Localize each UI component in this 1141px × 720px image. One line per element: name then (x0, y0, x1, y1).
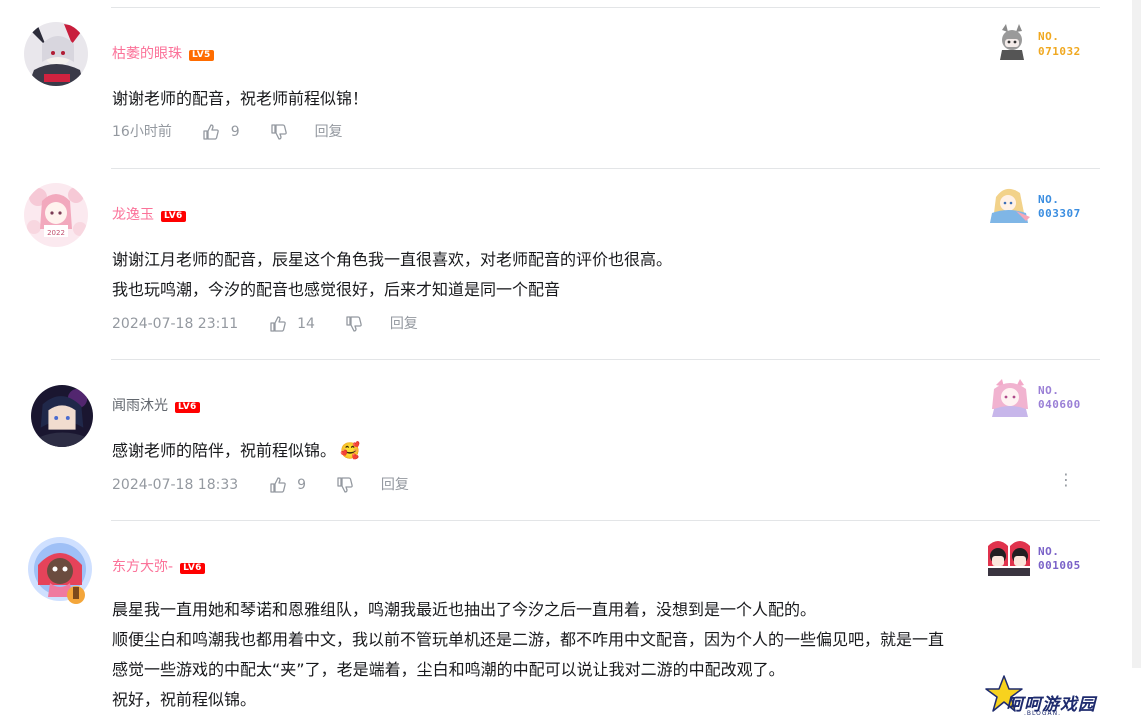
watermark-subtext: .BLOGAN. (1024, 710, 1062, 717)
fan-no-label: NO. (1038, 30, 1060, 43)
fan-no-number: 040600 (1038, 398, 1081, 411)
comment-line: 我也玩鸣潮，今汐的配音也感觉很好，后来才知道是同一个配音 (112, 280, 561, 299)
comment-line: 祝好，祝前程似锦。 (112, 690, 257, 709)
comment-content: 晨星我一直用她和琴诺和恩雅组队，鸣潮我最近也抽出了今汐之后一直用着，没想到是一个… (112, 595, 944, 715)
thumbs-down-icon[interactable] (345, 315, 363, 333)
fan-badge[interactable]: NO. 040600 (986, 375, 1106, 419)
fan-badge-character-icon (988, 541, 1030, 576)
level-badge: LV6 (180, 563, 205, 574)
comment-time: 2024-07-18 23:11 (112, 316, 239, 332)
divider (111, 168, 1100, 169)
reply-button[interactable]: 回复 (315, 122, 343, 142)
fan-no-number: 071032 (1038, 45, 1081, 58)
fan-badge-character-icon (990, 188, 1030, 223)
username[interactable]: 闻雨沐光 LV6 (112, 397, 200, 415)
comment-line: 感谢老师的陪伴，祝前程似锦。 🥰 (112, 441, 360, 460)
fan-no-label: NO. (1038, 384, 1060, 397)
level-badge: LV6 (161, 211, 186, 222)
fan-no-label: NO. (1038, 193, 1060, 206)
comment-line: 顺便尘白和鸣潮我也都用着中文，我以前不管玩单机还是二游，都不咋用中文配音，因为个… (112, 630, 945, 649)
fan-no-label: NO. (1038, 545, 1060, 558)
level-badge: LV5 (189, 50, 214, 61)
more-options-icon[interactable]: ⋮ (1058, 470, 1074, 490)
fan-badge[interactable]: NO. 071032 (986, 22, 1106, 66)
comment-meta: 16小时前 9 回复 (112, 122, 343, 142)
scrollbar-track[interactable] (1132, 0, 1141, 668)
avatar[interactable] (24, 535, 96, 607)
thumbs-up-icon[interactable] (202, 123, 220, 141)
like-count: 9 (230, 124, 240, 140)
username-text[interactable]: 东方大弥- (112, 559, 173, 575)
comment-line: 晨星我一直用她和琴诺和恩雅组队，鸣潮我最近也抽出了今汐之后一直用着，没想到是一个… (112, 600, 817, 619)
comment-line: 谢谢老师的配音，祝老师前程似锦！ (112, 89, 369, 108)
smiling-face-emoji: 🥰 (340, 441, 360, 460)
like-count: 9 (297, 477, 306, 493)
reply-button[interactable]: 回复 (390, 314, 418, 334)
username-text[interactable]: 闻雨沐光 (112, 398, 168, 414)
avatar[interactable] (31, 385, 93, 447)
username[interactable]: 东方大弥- LV6 (112, 558, 205, 576)
username[interactable]: 龙逸玉 LV6 (112, 206, 186, 224)
divider (111, 520, 1100, 521)
thumbs-down-icon[interactable] (270, 123, 288, 141)
fan-no-number: 003307 (1038, 207, 1081, 220)
comment-content: 谢谢老师的配音，祝老师前程似锦！ (112, 84, 368, 114)
level-badge: LV6 (175, 402, 200, 413)
like-count: 14 (297, 316, 315, 332)
username[interactable]: 枯萎的眼珠 LV5 (112, 45, 214, 63)
username-text[interactable]: 枯萎的眼珠 (112, 46, 182, 62)
fan-badge[interactable]: NO. 001005 (986, 536, 1106, 580)
fan-badge-character-icon (1000, 24, 1024, 60)
avatar[interactable]: 2022 (24, 183, 88, 247)
avatar[interactable] (24, 22, 88, 86)
comment-line: 感觉一些游戏的中配太“夹”了，老是端着，尘白和鸣潮的中配可以说让我对二游的中配改… (112, 660, 785, 679)
divider (111, 7, 1100, 8)
comment-meta: 2024-07-18 18:33 9 回复 (112, 475, 409, 495)
comment-time: 2024-07-18 18:33 (112, 477, 239, 493)
thumbs-down-icon[interactable] (336, 476, 354, 494)
fan-badge-character-icon (992, 379, 1028, 417)
comment-content: 感谢老师的陪伴，祝前程似锦。 🥰 (112, 436, 360, 466)
fan-no-number: 001005 (1038, 559, 1081, 572)
thumbs-up-icon[interactable] (269, 476, 287, 494)
comment-line: 谢谢江月老师的配音，辰星这个角色我一直很喜欢，对老师配音的评价也很高。 (112, 250, 673, 269)
site-watermark: 呵呵游戏园 .BLOGAN. (982, 672, 1132, 718)
comment-meta: 2024-07-18 23:11 14 回复 (112, 314, 418, 334)
fan-badge[interactable]: NO. 003307 (986, 183, 1106, 227)
comment-content: 谢谢江月老师的配音，辰星这个角色我一直很喜欢，对老师配音的评价也很高。 我也玩鸣… (112, 245, 672, 305)
divider (111, 359, 1100, 360)
svg-text:2022: 2022 (47, 229, 65, 237)
reply-button[interactable]: 回复 (381, 475, 409, 495)
comment-time: 16小时前 (112, 124, 172, 140)
comment-list: 枯萎的眼珠 LV5 谢谢老师的配音，祝老师前程似锦！ 16小时前 9 回复 NO.… (0, 0, 1141, 720)
thumbs-up-icon[interactable] (269, 315, 287, 333)
username-text[interactable]: 龙逸玉 (112, 207, 154, 223)
